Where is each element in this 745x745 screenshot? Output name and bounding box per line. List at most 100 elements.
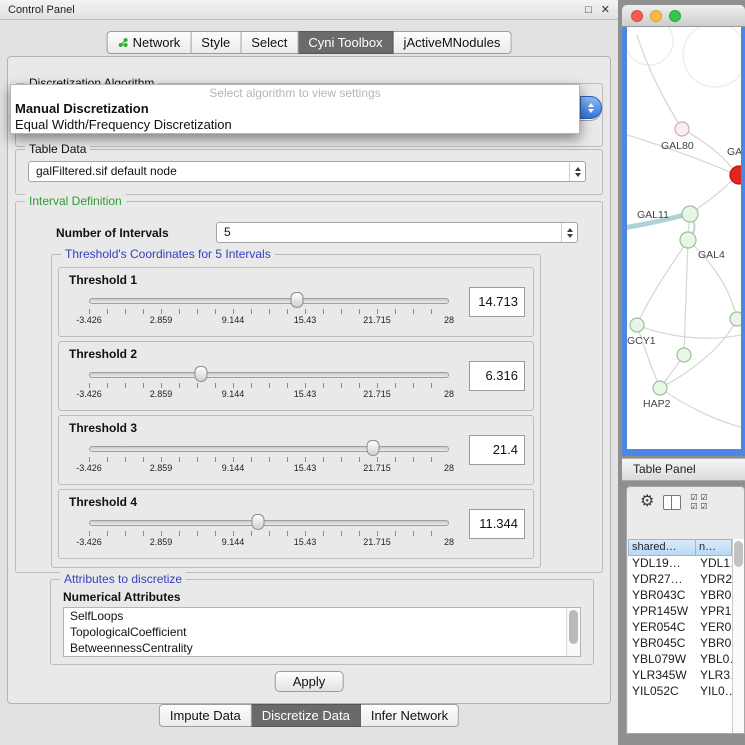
cell[interactable]: YLR3… — [696, 668, 732, 684]
combobox-stepper-icon[interactable] — [569, 162, 585, 181]
cell[interactable]: YER0… — [696, 620, 732, 636]
threshold-value-field[interactable]: 21.4 — [469, 435, 525, 465]
column-header-shared-name[interactable]: shared… — [628, 539, 696, 556]
threshold-slider[interactable]: -3.426 2.859 9.144 15.43 21.715 28 — [89, 366, 449, 406]
cell[interactable]: YER054C — [628, 620, 696, 636]
tick-label: 28 — [444, 315, 454, 325]
table-row[interactable]: YPR145WYPR1… — [628, 604, 732, 620]
cell[interactable]: YDL1… — [696, 556, 732, 572]
checkbox-icon[interactable]: ☑ — [690, 502, 700, 511]
cell[interactable]: YBL0… — [696, 652, 732, 668]
cell[interactable]: YDR27… — [628, 572, 696, 588]
table-row[interactable]: YBR043CYBR0… — [628, 588, 732, 604]
scrollbar-thumb[interactable] — [734, 541, 743, 567]
network-node[interactable] — [630, 318, 644, 332]
slider-track[interactable] — [89, 372, 449, 378]
number-of-intervals-combobox[interactable]: 5 — [216, 222, 578, 243]
network-node[interactable] — [730, 312, 741, 326]
network-node[interactable] — [653, 381, 667, 395]
cell[interactable]: YPR1… — [696, 604, 732, 620]
table-row[interactable]: YBR045CYBR0… — [628, 636, 732, 652]
column-header-name[interactable]: n… — [696, 539, 732, 556]
cell[interactable]: YBR045C — [628, 636, 696, 652]
apply-button[interactable]: Apply — [275, 671, 344, 692]
node-label: GAL80 — [661, 140, 694, 152]
threshold-value-field[interactable]: 6.316 — [469, 361, 525, 391]
table-data-combobox[interactable]: galFiltered.sif default node — [28, 161, 586, 182]
tab-network[interactable]: Network — [107, 31, 192, 54]
dropdown-option-manual-discretization[interactable]: Manual Discretization — [11, 101, 579, 117]
dropdown-option-equal-width-frequency[interactable]: Equal Width/Frequency Discretization — [11, 117, 579, 133]
threshold-slider[interactable]: -3.426 2.859 9.144 15.43 21.715 28 — [89, 514, 449, 554]
network-canvas[interactable]: GAL80 GA GAL11 GAL4 GCY1 HAP2 — [627, 27, 741, 449]
tab-label: Impute Data — [170, 708, 241, 723]
numerical-attributes-list[interactable]: SelfLoops TopologicalCoefficient Between… — [63, 607, 581, 657]
close-icon[interactable]: ✕ — [601, 3, 610, 16]
float-window-icon[interactable]: □ — [585, 4, 592, 16]
columns-icon[interactable] — [663, 495, 681, 510]
tab-style[interactable]: Style — [191, 31, 241, 54]
slider-track[interactable] — [89, 446, 449, 452]
cell[interactable]: YBR0… — [696, 636, 732, 652]
network-node[interactable] — [675, 122, 689, 136]
table-scrollbar[interactable] — [732, 539, 744, 733]
tick-label: -3.426 — [76, 537, 102, 547]
close-traffic-light-icon[interactable] — [631, 10, 643, 22]
network-node[interactable] — [680, 232, 696, 248]
tab-infer-network[interactable]: Infer Network — [361, 704, 459, 727]
gear-icon[interactable]: ⚙ — [640, 494, 654, 510]
cell[interactable]: YDR2… — [696, 572, 732, 588]
cell[interactable]: YLR345W — [628, 668, 696, 684]
tab-select[interactable]: Select — [241, 31, 298, 54]
checkbox-icon[interactable]: ☑ — [690, 493, 700, 502]
tab-jactivemnodules[interactable]: jActiveMNodules — [394, 31, 512, 54]
minimize-traffic-light-icon[interactable] — [650, 10, 662, 22]
combobox-stepper-icon[interactable] — [561, 223, 577, 242]
slider-thumb[interactable] — [367, 440, 380, 456]
list-item[interactable]: TopologicalCoefficient — [64, 624, 580, 640]
network-node[interactable] — [682, 206, 698, 222]
table-row[interactable]: YDL19…YDL1… — [628, 556, 732, 572]
cell[interactable]: YBR043C — [628, 588, 696, 604]
select-columns-checkbox-icons[interactable]: ☑ ☑ ☑ ☑ — [690, 493, 710, 511]
zoom-traffic-light-icon[interactable] — [669, 10, 681, 22]
table-data-selected-value: galFiltered.sif default node — [36, 164, 177, 178]
cell[interactable]: YIL0… — [696, 684, 732, 700]
tick-label: 15.43 — [294, 389, 317, 399]
list-scrollbar[interactable] — [566, 608, 580, 656]
table-row[interactable]: YER054CYER0… — [628, 620, 732, 636]
slider-thumb[interactable] — [194, 366, 207, 382]
threshold-value-field[interactable]: 11.344 — [469, 509, 525, 539]
table-row[interactable]: YBL079WYBL0… — [628, 652, 732, 668]
table-row[interactable]: YIL052CYIL0… — [628, 684, 732, 700]
background-arc — [627, 27, 673, 65]
checkbox-icon[interactable]: ☑ — [700, 502, 710, 511]
network-node[interactable] — [677, 348, 691, 362]
combobox-stepper-icon[interactable] — [580, 96, 602, 119]
slider-thumb[interactable] — [290, 292, 303, 308]
cell[interactable]: YIL052C — [628, 684, 696, 700]
list-item[interactable]: BetweennessCentrality — [64, 640, 580, 656]
scrollbar-thumb[interactable] — [569, 610, 578, 644]
threshold-slider[interactable]: -3.426 2.859 9.144 15.43 21.715 28 — [89, 292, 449, 332]
table-row[interactable]: YDR27…YDR2… — [628, 572, 732, 588]
slider-tick-labels: -3.426 2.859 9.144 15.43 21.715 28 — [89, 463, 449, 474]
cell[interactable]: YPR145W — [628, 604, 696, 620]
slider-thumb[interactable] — [252, 514, 265, 530]
table-data-group: Table Data galFiltered.sif default node — [15, 149, 603, 195]
tab-discretize-data[interactable]: Discretize Data — [252, 704, 361, 727]
cell[interactable]: YBL079W — [628, 652, 696, 668]
cell[interactable]: YDL19… — [628, 556, 696, 572]
list-item[interactable]: SelfLoops — [64, 608, 580, 624]
tab-label: Cyni Toolbox — [308, 35, 382, 50]
control-panel: Control Panel □ ✕ Network Style Select C — [0, 0, 618, 745]
cell[interactable]: YBR0… — [696, 588, 732, 604]
threshold-value-field[interactable]: 14.713 — [469, 287, 525, 317]
slider-track[interactable] — [89, 298, 449, 304]
threshold-slider[interactable]: -3.426 2.859 9.144 15.43 21.715 28 — [89, 440, 449, 480]
tab-impute-data[interactable]: Impute Data — [159, 704, 252, 727]
tab-cyni-toolbox[interactable]: Cyni Toolbox — [298, 31, 393, 54]
slider-track[interactable] — [89, 520, 449, 526]
checkbox-icon[interactable]: ☑ — [700, 493, 710, 502]
table-row[interactable]: YLR345WYLR3… — [628, 668, 732, 684]
